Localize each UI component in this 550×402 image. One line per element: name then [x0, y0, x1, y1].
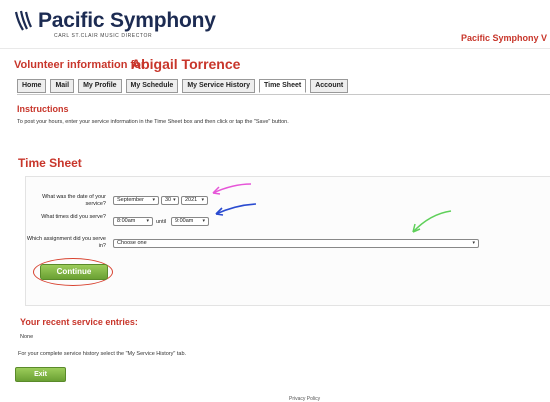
volunteer-label: Volunteer information for — [14, 59, 146, 71]
until-label: until — [156, 219, 167, 225]
year-select[interactable]: 2021 ▾ — [181, 196, 208, 205]
instructions-text: To post your hours, enter your service i… — [17, 119, 289, 125]
tab-account[interactable]: Account — [310, 79, 349, 93]
month-value: September — [117, 197, 144, 203]
chevron-down-icon: ▾ — [472, 240, 475, 246]
privacy-policy-link[interactable]: Privacy Policy — [289, 396, 320, 402]
date-question: What was the date of your service? — [42, 194, 106, 207]
chevron-down-icon: ▾ — [202, 218, 205, 224]
exit-button[interactable]: Exit — [15, 367, 66, 382]
chevron-down-icon: ▾ — [173, 197, 176, 203]
continue-button[interactable]: Continue — [40, 264, 108, 280]
tab-my-schedule[interactable]: My Schedule — [125, 79, 179, 93]
recent-entries-title: Your recent service entries: — [20, 317, 138, 327]
symphony-logo-icon — [14, 10, 32, 31]
start-time-select[interactable]: 8:00am ▾ — [113, 217, 153, 226]
history-note: For your complete service history select… — [18, 351, 187, 357]
year-value: 2021 — [185, 197, 198, 203]
tabs-divider — [17, 94, 550, 95]
tab-mail[interactable]: Mail — [50, 79, 75, 93]
tab-home[interactable]: Home — [17, 79, 47, 93]
chevron-down-icon: ▾ — [201, 197, 204, 203]
chevron-down-icon: ▾ — [146, 218, 149, 224]
blue-arrow-annotation — [215, 203, 257, 216]
tab-my-profile[interactable]: My Profile — [78, 79, 122, 93]
tab-bar: Home Mail My Profile My Schedule My Serv… — [17, 79, 349, 93]
day-select[interactable]: 30 ▾ — [161, 196, 179, 205]
volunteer-name: Abigail Torrence — [131, 56, 241, 72]
day-value: 30 — [165, 197, 172, 203]
assignment-select[interactable]: Choose one ▾ — [113, 239, 479, 248]
recent-entries-empty: None — [20, 334, 34, 340]
assignment-question: Which assignment did you serve in? — [26, 236, 106, 249]
end-time-select[interactable]: 9:00am ▾ — [171, 217, 209, 226]
assignment-value: Choose one — [117, 240, 147, 246]
time-question: What times did you serve? — [41, 214, 106, 220]
timesheet-title: Time Sheet — [18, 156, 82, 170]
tab-time-sheet[interactable]: Time Sheet — [258, 79, 307, 93]
instructions-title: Instructions — [17, 104, 69, 114]
site-title: Pacific Symphony V — [461, 33, 548, 43]
chevron-down-icon: ▾ — [152, 197, 155, 203]
green-arrow-annotation — [412, 210, 452, 233]
pink-arrow-annotation — [212, 183, 252, 195]
start-time-value: 8:00am — [117, 218, 136, 224]
tab-my-service-history[interactable]: My Service History — [182, 79, 255, 93]
month-select[interactable]: September ▾ — [113, 196, 159, 205]
org-subtitle: CARL ST.CLAIR MUSIC DIRECTOR — [54, 33, 153, 39]
header-divider — [0, 48, 550, 49]
end-time-value: 9:00am — [175, 218, 194, 224]
org-name: Pacific Symphony — [38, 9, 216, 32]
